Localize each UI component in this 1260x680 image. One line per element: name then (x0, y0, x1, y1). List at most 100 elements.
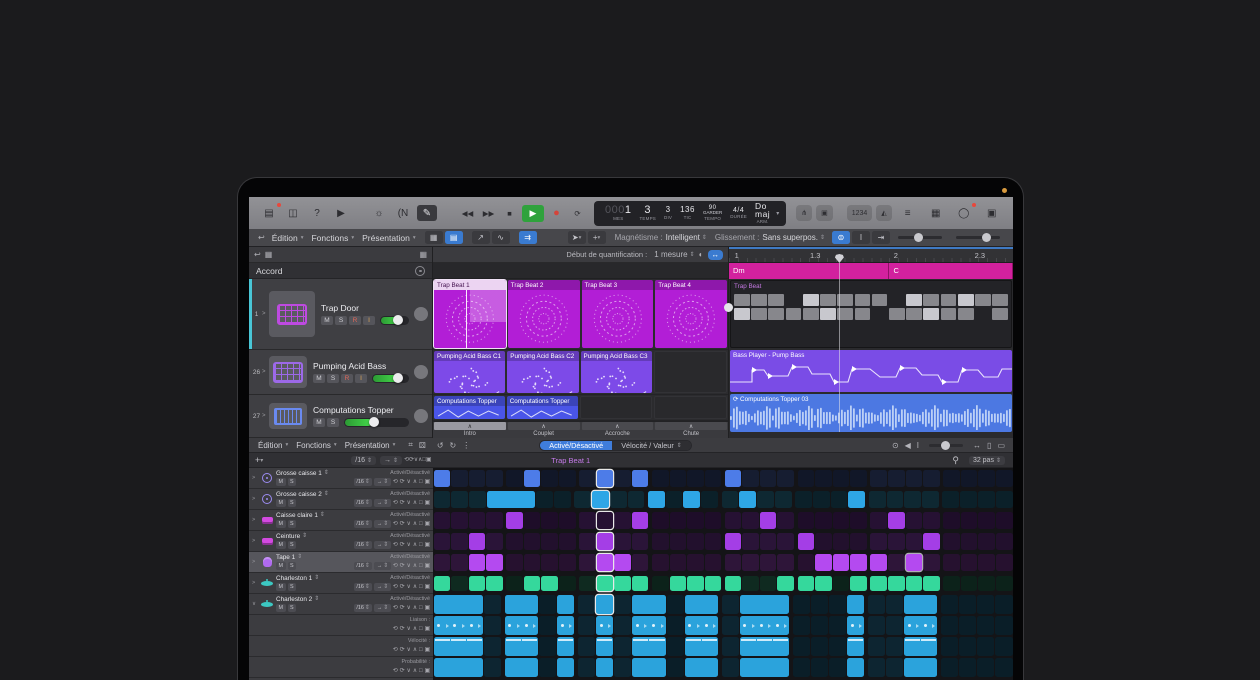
shift-left-icon[interactable]: ⟲ (393, 542, 398, 549)
step-cell[interactable] (922, 491, 939, 508)
step-cell[interactable] (978, 576, 995, 591)
duplicate-icon[interactable]: □ (419, 542, 423, 549)
step-cell[interactable] (632, 616, 649, 635)
v-zoom-slider[interactable] (898, 236, 942, 239)
row-advance-select[interactable]: →⇕ (374, 583, 390, 591)
preview-speaker-icon[interactable]: ◀ (905, 441, 911, 450)
step-cell[interactable] (725, 470, 742, 487)
step-cell[interactable] (888, 554, 905, 571)
step-cell[interactable] (906, 512, 923, 529)
step-cell[interactable] (887, 491, 904, 508)
r-button[interactable]: R (341, 374, 353, 383)
lcd-key-signature[interactable]: Do maj ARM. (755, 202, 770, 225)
lcd-display[interactable]: 0001 MES 3 TEMPS 3 DIV 136 TIC 90 GARD (594, 201, 786, 226)
step-cell[interactable] (815, 512, 832, 529)
step-cell[interactable] (815, 554, 832, 571)
step-cell[interactable] (632, 470, 649, 487)
step-cell[interactable] (579, 533, 596, 550)
chord-track-header[interactable]: Accord (249, 263, 432, 279)
step-cell[interactable] (760, 554, 777, 571)
step-cell[interactable] (541, 533, 558, 550)
step-cell[interactable] (959, 595, 976, 614)
seq-row-header-9[interactable]: Vélocité :⟲⟳∨∧□▣ (249, 636, 433, 657)
step-cell[interactable] (434, 512, 451, 529)
step-cell[interactable] (739, 491, 756, 508)
decrement-icon[interactable]: ∨ (407, 479, 411, 486)
row-mute-button[interactable]: M (276, 604, 286, 612)
step-cell[interactable] (632, 658, 649, 677)
volume-knob[interactable] (393, 315, 403, 325)
step-cell[interactable] (596, 595, 613, 614)
step-cell[interactable] (652, 554, 669, 571)
seq-row-header-7[interactable]: ∨Charleston 2⇕Activé/DésactivéMS/16⇕→⇕⟲⟳… (249, 594, 433, 615)
i-button[interactable]: I (363, 316, 375, 325)
step-cell[interactable] (687, 470, 704, 487)
scene-trigger-icon[interactable]: ∧ (655, 422, 727, 430)
step-cell[interactable] (996, 470, 1013, 487)
midi-in-icon[interactable]: ⊙ (892, 441, 899, 450)
loop-browser-icon[interactable]: ◯ (954, 205, 974, 221)
step-cell[interactable] (978, 512, 995, 529)
step-cell[interactable] (614, 512, 631, 529)
step-cell[interactable] (923, 470, 940, 487)
seq-row-header-10[interactable]: Probabilité :⟲⟳∨∧□▣ (249, 657, 433, 678)
step-cell[interactable] (886, 658, 903, 677)
pan-knob[interactable] (414, 409, 428, 423)
shift-left-icon[interactable]: ⟲ (393, 584, 398, 591)
step-cell[interactable] (757, 491, 774, 508)
step-cell[interactable] (756, 637, 773, 656)
row-rate-select[interactable]: /16⇕ (354, 520, 373, 528)
shift-right-icon[interactable]: ⟳ (400, 668, 405, 675)
step-cell[interactable] (793, 595, 810, 614)
inspector-icon[interactable]: ◫ (283, 205, 303, 221)
disclosure-icon[interactable]: ∨ (252, 601, 258, 607)
step-cell[interactable] (614, 576, 631, 591)
step-cell[interactable] (701, 616, 718, 635)
count-in-button[interactable]: 1234 (847, 205, 873, 221)
step-cell[interactable] (906, 576, 923, 591)
row-advance-select[interactable]: →⇕ (374, 541, 390, 549)
step-cell[interactable] (705, 576, 722, 591)
step-cell[interactable] (920, 616, 937, 635)
step-cell[interactable] (667, 616, 684, 635)
step-cell[interactable] (539, 658, 556, 677)
erase-icon[interactable]: ▣ (425, 647, 430, 654)
panel-grid-icon[interactable]: ▦ (419, 250, 427, 259)
step-cell[interactable] (742, 533, 759, 550)
step-cell[interactable] (578, 637, 595, 656)
step-cell[interactable] (772, 658, 789, 677)
row-stepper-icon[interactable]: ⇕ (324, 491, 329, 498)
step-cell[interactable] (541, 470, 558, 487)
scene-trigger-icon[interactable]: ∧ (434, 422, 506, 430)
step-cell[interactable] (996, 554, 1013, 571)
step-cell[interactable] (760, 576, 777, 591)
empty-cell-slot[interactable] (654, 396, 727, 419)
row-stepper-icon[interactable]: ⇕ (297, 554, 302, 561)
step-cell[interactable] (833, 512, 850, 529)
erase-icon[interactable]: ▣ (425, 542, 430, 549)
step-cell[interactable] (870, 576, 887, 591)
step-cell[interactable] (831, 491, 848, 508)
step-cell[interactable] (978, 491, 995, 508)
step-cell[interactable] (847, 616, 864, 635)
step-cell[interactable] (451, 512, 468, 529)
disclosure-icon[interactable]: > (252, 580, 258, 586)
step-cell[interactable] (888, 576, 905, 591)
step-cell[interactable] (628, 491, 645, 508)
row-solo-button[interactable]: S (288, 520, 297, 528)
shift-right-icon[interactable]: ⟳ (400, 479, 405, 486)
step-cell[interactable] (923, 512, 940, 529)
region-audio-topper[interactable]: ⟳ Computations Topper 03 (730, 394, 1012, 432)
step-cell[interactable] (977, 616, 994, 635)
erase-icon[interactable]: ▣ (425, 605, 430, 612)
decrement-icon[interactable]: ∨ (407, 584, 411, 591)
step-cell[interactable] (518, 491, 535, 508)
step-cell[interactable] (597, 533, 614, 550)
row-advance-select[interactable]: →⇕ (374, 562, 390, 570)
metronome-button[interactable]: ◭ (876, 205, 891, 221)
step-cell[interactable] (559, 554, 576, 571)
step-cell[interactable] (772, 595, 789, 614)
decrement-icon[interactable]: ∨ (407, 500, 411, 507)
step-cell[interactable] (469, 512, 486, 529)
zoom-slider[interactable] (929, 444, 963, 447)
